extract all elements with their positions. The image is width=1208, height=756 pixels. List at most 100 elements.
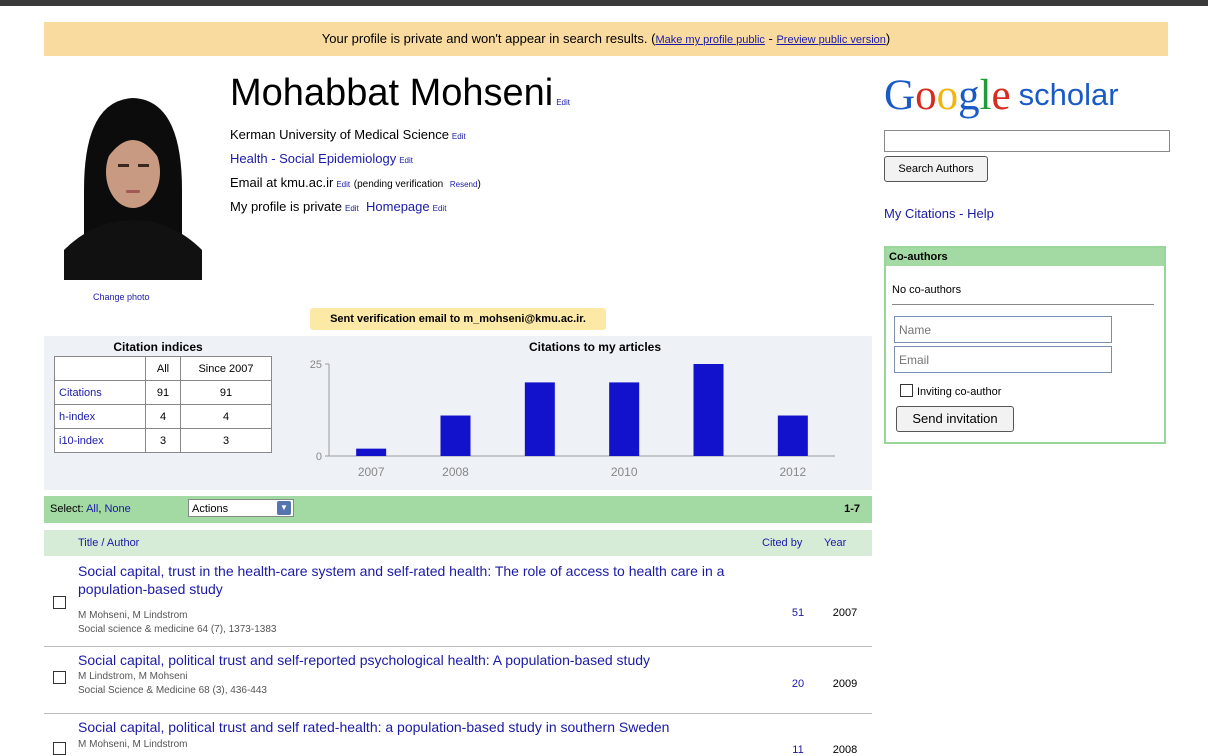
actions-dropdown[interactable]: Actions ▼ — [188, 499, 294, 517]
article-checkbox[interactable] — [53, 596, 66, 609]
article-title-link[interactable]: Social capital, political trust and self… — [78, 718, 738, 736]
ci-since-value: 91 — [180, 380, 272, 405]
link-separator: - — [764, 31, 777, 46]
article-checkbox[interactable] — [53, 671, 66, 684]
articles-header: Title / Author Cited by Year — [44, 530, 872, 556]
google-scholar-logo[interactable]: Google scholar — [884, 70, 1119, 121]
pending-close: ) — [477, 179, 481, 190]
profile-name: Mohabbat Mohseni Edit — [230, 70, 570, 126]
article-publication: Social Science & Medicine 68 (3), 436-44… — [78, 685, 267, 696]
send-invitation-button[interactable]: Send invitation — [896, 406, 1014, 432]
cited-by-link[interactable]: 20 — [784, 678, 812, 690]
ci-since-value: 4 — [180, 404, 272, 429]
ci-label: h-index — [54, 404, 146, 429]
ci-row-citations: Citations 91 91 — [54, 380, 272, 405]
select-controls: Select: All, None — [50, 503, 131, 515]
inviting-option: Inviting co-author — [900, 384, 1001, 398]
article-authors: M Mohseni, M Lindstrom — [78, 610, 188, 621]
privacy-line: My profile is private Edit Homepage Edit — [230, 198, 446, 218]
ci-col-since: Since 2007 — [180, 356, 272, 381]
edit-privacy-link[interactable]: Edit — [345, 204, 359, 213]
bar-2007 — [356, 448, 387, 456]
edit-homepage-link[interactable]: Edit — [433, 204, 447, 213]
resend-link[interactable]: Resend — [450, 180, 478, 189]
article-publication: Social science & medicine 64 (7), 1373-1… — [78, 624, 277, 635]
coauthor-name-input[interactable] — [894, 316, 1112, 343]
citation-indices-title: Citation indices — [113, 340, 203, 354]
bar-2009 — [524, 382, 555, 456]
homepage-link[interactable]: Homepage — [366, 199, 430, 214]
edit-affiliation-link[interactable]: Edit — [452, 132, 466, 141]
ci-row-h-index: h-index 4 4 — [54, 404, 272, 429]
interests-link[interactable]: Health - Social Epidemiology — [230, 151, 396, 166]
citations-chart: 0 25 2007 2008 2010 2012 — [310, 359, 835, 479]
select-label: Select: — [50, 503, 84, 515]
y-tick-label: 25 — [310, 359, 322, 371]
private-text: My profile is private — [230, 199, 342, 214]
article-row: Social capital, political trust and self… — [44, 647, 872, 714]
inviting-checkbox[interactable] — [900, 384, 913, 397]
article-row: Social capital, trust in the health-care… — [44, 558, 872, 647]
my-citations-link[interactable]: My Citations — [884, 206, 956, 221]
cited-by-link[interactable]: 51 — [784, 607, 812, 619]
bar-2010 — [609, 382, 640, 456]
affiliation: Kerman University of Medical Science Edit — [230, 126, 466, 146]
actions-selected: Actions — [192, 503, 229, 515]
x-tick-label: 2007 — [358, 465, 385, 479]
edit-email-link[interactable]: Edit — [336, 180, 350, 189]
scholar-wordmark: scholar — [1018, 77, 1119, 112]
article-row: Social capital, political trust and self… — [44, 714, 872, 756]
email-line: Email at kmu.ac.ir Edit (pending verifica… — [230, 174, 481, 194]
search-authors-button[interactable]: Search Authors — [884, 156, 988, 182]
sort-title-link[interactable]: Title / Author — [78, 537, 139, 549]
no-coauthors-text: No co-authors — [892, 284, 962, 296]
select-none-link[interactable]: None — [104, 503, 130, 515]
privacy-message: Your profile is private and won't appear… — [321, 31, 648, 46]
verification-notice: Sent verification email to m_mohseni@kmu… — [310, 308, 606, 330]
make-public-link[interactable]: Make my profile public — [655, 34, 764, 46]
article-checkbox[interactable] — [53, 742, 66, 755]
google-wordmark: Google — [884, 72, 1011, 119]
ci-label: i10-index — [54, 428, 146, 453]
link-separator: - — [955, 206, 968, 221]
article-authors: M Lindstrom, M Mohseni — [78, 671, 188, 682]
y-tick-label: 0 — [316, 451, 322, 463]
ci-header-row: All Since 2007 — [54, 356, 272, 381]
window-top-border — [0, 0, 1208, 6]
edit-interests-link[interactable]: Edit — [399, 156, 413, 165]
ci-label: Citations — [54, 380, 146, 405]
select-all-link[interactable]: All — [86, 503, 98, 515]
logo-letter: o — [915, 72, 937, 119]
x-tick-label: 2010 — [611, 465, 638, 479]
sort-year-link[interactable]: Year — [824, 537, 846, 549]
chevron-down-icon[interactable]: ▼ — [277, 501, 291, 515]
logo-letter: o — [936, 72, 959, 119]
author-search-input[interactable] — [884, 130, 1170, 152]
logo-letter: G — [884, 72, 916, 119]
preview-public-link[interactable]: Preview public version — [776, 34, 885, 46]
x-tick-label: 2008 — [442, 465, 469, 479]
affiliation-text: Kerman University of Medical Science — [230, 127, 449, 142]
ci-row-i10-index: i10-index 3 3 — [54, 428, 272, 453]
pending-verification: (pending verification — [353, 179, 444, 190]
logo-letter: l — [979, 72, 992, 119]
sort-cited-link[interactable]: Cited by — [762, 537, 802, 549]
bar-2008 — [440, 415, 471, 456]
selection-bar: Select: All, None Actions ▼ 1-7 — [44, 496, 872, 523]
coauthor-email-input[interactable] — [894, 346, 1112, 373]
cited-by-link[interactable]: 11 — [784, 744, 812, 756]
article-title-link[interactable]: Social capital, political trust and self… — [78, 651, 738, 669]
inviting-label: Inviting co-author — [917, 386, 1002, 398]
ci-all-value: 4 — [145, 404, 181, 429]
ci-all-value: 91 — [145, 380, 181, 405]
change-photo-link[interactable]: Change photo — [93, 292, 150, 302]
ci-since-value: 3 — [180, 428, 272, 453]
logo-letter: g — [958, 72, 980, 119]
ci-col-all: All — [145, 356, 181, 381]
ci-all-value: 3 — [145, 428, 181, 453]
profile-name-text: Mohabbat Mohseni — [230, 72, 554, 114]
email-text: Email at kmu.ac.ir — [230, 175, 334, 190]
help-link[interactable]: Help — [967, 206, 994, 221]
article-title-link[interactable]: Social capital, trust in the health-care… — [78, 562, 738, 598]
edit-name-link[interactable]: Edit — [556, 98, 570, 107]
